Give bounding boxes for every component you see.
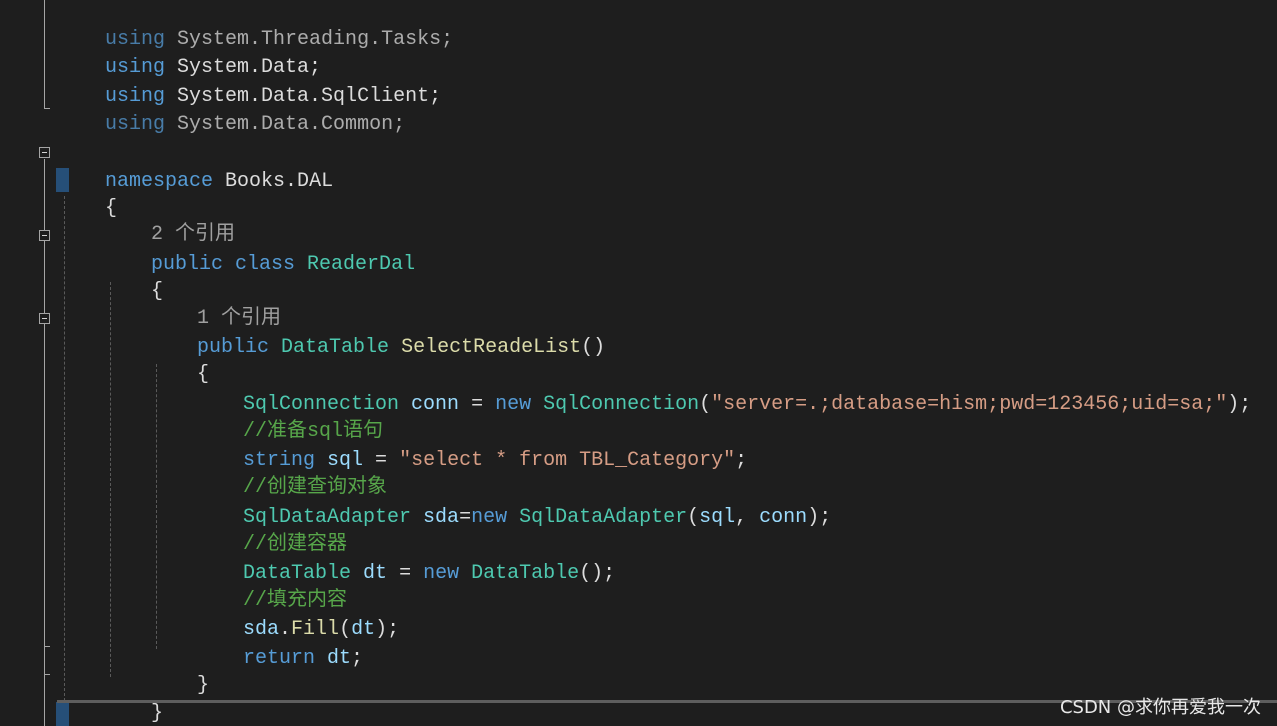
- semicolon: ;: [735, 449, 748, 472]
- variable-name: sda: [411, 506, 460, 529]
- parenthesis: );: [807, 506, 832, 529]
- keyword: return: [243, 647, 316, 670]
- comma: ,: [735, 506, 760, 529]
- code-line-class-close: }: [103, 672, 163, 725]
- namespace-name: System.Data.Common;: [165, 113, 406, 136]
- string-literal: "select * from TBL_Category": [399, 449, 736, 472]
- parenthesis: (: [687, 506, 700, 529]
- type-name: DataTable: [269, 336, 390, 359]
- code-line-namespace-open: {: [57, 167, 117, 220]
- code-line-connection: SqlConnection conn = new SqlConnection("…: [195, 363, 1251, 416]
- code-line-4: using System.Data.Common;: [57, 83, 405, 136]
- variable-name: dt: [351, 562, 388, 585]
- variable-name: conn: [399, 393, 460, 416]
- fold-end-usings: [44, 108, 50, 109]
- watermark: CSDN @求你再爱我一次: [1059, 697, 1261, 718]
- keyword: new: [495, 393, 532, 416]
- indent-guide-class: [110, 282, 111, 677]
- type-name: SqlConnection: [531, 393, 700, 416]
- fold-end-method: [44, 646, 50, 647]
- code-line-fill: sda.Fill(dt);: [195, 588, 399, 641]
- fold-guide-namespace: [44, 159, 45, 726]
- operator: =: [387, 562, 424, 585]
- method-name: SelectReadeList: [389, 336, 582, 359]
- code-line-comment-fill: //填充内容: [195, 559, 347, 612]
- class-name: ReaderDal: [295, 253, 416, 276]
- codelens-method-references[interactable]: 1 个引用: [149, 277, 281, 330]
- code-line-return: return dt;: [195, 617, 363, 670]
- type-name: SqlDataAdapter: [507, 506, 688, 529]
- code-line-comment-adapter: //创建查询对象: [195, 446, 387, 499]
- collapse-namespace-icon[interactable]: [39, 147, 50, 158]
- code-line-comment-sql: //准备sql语句: [195, 390, 383, 443]
- code-line-adapter: SqlDataAdapter sda=new SqlDataAdapter(sq…: [195, 476, 831, 529]
- keyword: namespace: [105, 170, 214, 193]
- fold-guide-usings: [44, 0, 45, 108]
- code-line-1: using System.Threading.Tasks;: [57, 0, 453, 51]
- code-line-method-declaration: public DataTable SelectReadeList(): [149, 306, 605, 359]
- argument: conn: [759, 506, 808, 529]
- operator: =: [459, 506, 472, 529]
- keyword: new: [423, 562, 460, 585]
- keyword: class: [223, 253, 296, 276]
- code-line-3: using System.Data.SqlClient;: [57, 55, 441, 108]
- type-name: DataTable: [459, 562, 580, 585]
- codelens-class-references[interactable]: 2 个引用: [103, 193, 235, 246]
- parentheses: (): [581, 336, 606, 359]
- variable-name: dt: [315, 647, 352, 670]
- argument: sql: [699, 506, 736, 529]
- namespace-name: Books.DAL: [213, 170, 334, 193]
- parenthesis: );: [1227, 393, 1252, 416]
- brace: }: [151, 702, 164, 725]
- code-line-namespace-close: }: [57, 700, 117, 726]
- code-line-datatable: DataTable dt = new DataTable();: [195, 532, 615, 585]
- code-line-method-open: {: [149, 333, 209, 386]
- code-line-namespace: namespace Books.DAL: [57, 140, 333, 193]
- brace: }: [197, 674, 210, 697]
- collapse-class-icon[interactable]: [39, 230, 50, 241]
- code-line-2: using System.Data;: [57, 26, 321, 79]
- parenthesis: ();: [579, 562, 616, 585]
- keyword: using: [105, 113, 166, 136]
- code-line-class-declaration: public class ReaderDal: [103, 223, 415, 276]
- code-line-method-close: }: [149, 644, 209, 697]
- semicolon: ;: [351, 647, 364, 670]
- code-line-comment-container: //创建容器: [195, 503, 347, 556]
- code-line-sql: string sql = "select * from TBL_Category…: [195, 419, 747, 472]
- fold-end-class: [44, 674, 50, 675]
- parenthesis: );: [375, 618, 400, 641]
- operator: =: [459, 393, 496, 416]
- indent-guide-namespace: [64, 196, 65, 701]
- string-literal: "server=.;database=hism;pwd=123456;uid=s…: [711, 393, 1228, 416]
- code-editor[interactable]: using System.Threading.Tasks; using Syst…: [0, 0, 1277, 726]
- parenthesis: (: [699, 393, 712, 416]
- collapse-method-icon[interactable]: [39, 313, 50, 324]
- keyword: new: [471, 506, 508, 529]
- code-line-class-open: {: [103, 250, 163, 303]
